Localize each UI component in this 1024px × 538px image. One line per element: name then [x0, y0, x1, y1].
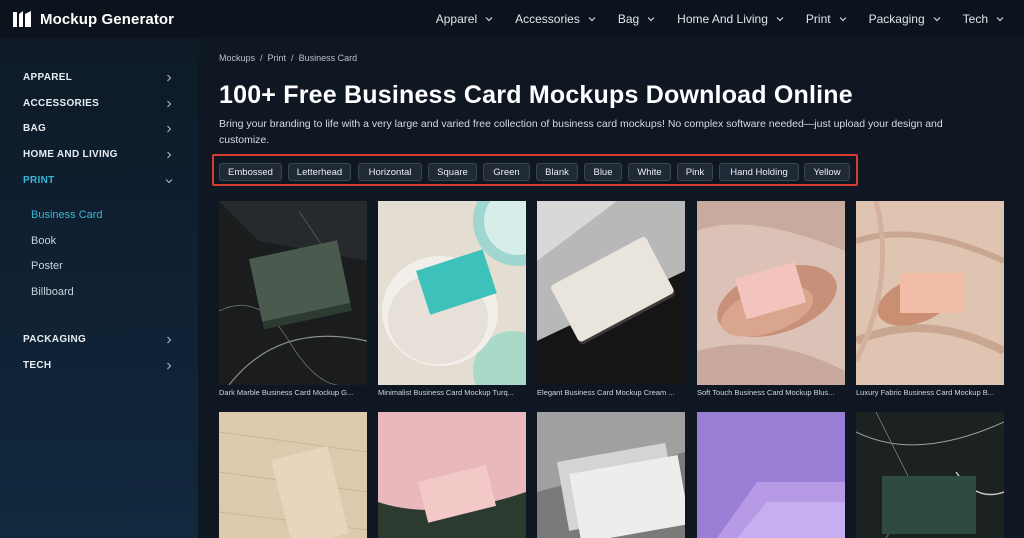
mockup-caption: Minimalist Business Card Mockup Turq...: [378, 388, 514, 397]
mockup-thumbnail: [537, 201, 685, 385]
mockup-card[interactable]: [378, 412, 526, 538]
sidebar-item-print[interactable]: PRINT: [23, 175, 173, 186]
mockup-thumbnail: [219, 412, 367, 538]
breadcrumb-separator: /: [260, 53, 263, 63]
mockup-thumbnail: [856, 412, 1004, 538]
sidebar-item-accessories[interactable]: ACCESSORIES: [23, 98, 173, 109]
breadcrumb-separator: /: [291, 53, 294, 63]
nav-print[interactable]: Print: [806, 12, 847, 26]
mockup-thumbnail: [697, 201, 845, 385]
chevron-right-icon: [167, 100, 172, 107]
sidebar-item-packaging[interactable]: PACKAGING: [23, 334, 173, 345]
tag-letterhead[interactable]: Letterhead: [288, 163, 351, 181]
mockup-card[interactable]: Elegant Business Card Mockup Cream ...: [537, 201, 685, 401]
mockup-thumbnail: [856, 201, 1004, 385]
tag-pink[interactable]: Pink: [677, 163, 713, 181]
tag-blue[interactable]: Blue: [584, 163, 622, 181]
sidebar-item-home-and-living[interactable]: HOME AND LIVING: [23, 149, 173, 160]
top-bar: Mockup Generator Apparel Accessories Bag…: [0, 0, 1024, 38]
sidebar-item-label: ACCESSORIES: [23, 98, 100, 109]
tag-square[interactable]: Square: [428, 163, 477, 181]
sidebar-item-label: TECH: [23, 360, 52, 371]
top-nav: Apparel Accessories Bag Home And Living …: [414, 0, 1004, 38]
nav-label: Tech: [962, 12, 988, 26]
sidebar-subitem-billboard[interactable]: Billboard: [31, 286, 74, 298]
tag-embossed[interactable]: Embossed: [219, 163, 282, 181]
nav-apparel[interactable]: Apparel: [436, 12, 493, 26]
sidebar-item-tech[interactable]: TECH: [23, 360, 173, 371]
sidebar-item-bag[interactable]: BAG: [23, 123, 173, 134]
breadcrumb-mockups[interactable]: Mockups: [219, 53, 255, 63]
breadcrumb-print[interactable]: Print: [268, 53, 287, 63]
chevron-down-icon: [485, 17, 493, 22]
mockup-thumbnail: [537, 412, 685, 538]
mockup-caption: Soft Touch Business Card Mockup Blus...: [697, 388, 835, 397]
mockup-card[interactable]: [537, 412, 685, 538]
nav-label: Accessories: [515, 12, 580, 26]
mockup-caption: Dark Marble Business Card Mockup G...: [219, 388, 354, 397]
mockup-card[interactable]: Minimalist Business Card Mockup Turq...: [378, 201, 526, 401]
mockup-thumbnail: [219, 201, 367, 385]
tag-horizontal[interactable]: Horizontal: [358, 163, 422, 181]
logo[interactable]: Mockup Generator: [12, 10, 174, 28]
sidebar-item-label: HOME AND LIVING: [23, 149, 118, 160]
mockup-card[interactable]: [856, 412, 1004, 538]
mockup-thumbnail: [697, 412, 845, 538]
sidebar-subitem-business-card[interactable]: Business Card: [31, 209, 103, 221]
tag-green[interactable]: Green: [483, 163, 530, 181]
nav-home-and-living[interactable]: Home And Living: [677, 12, 784, 26]
sidebar-item-apparel[interactable]: APPAREL: [23, 72, 173, 83]
mockup-thumbnail: [378, 412, 526, 538]
chevron-down-icon: [839, 17, 847, 22]
nav-bag[interactable]: Bag: [618, 12, 655, 26]
sidebar-item-label: BAG: [23, 123, 47, 134]
mockup-card[interactable]: [697, 412, 845, 538]
chevron-right-icon: [167, 151, 172, 158]
nav-label: Bag: [617, 12, 640, 26]
page-description: Bring your branding to life with a very …: [219, 118, 943, 146]
tag-white[interactable]: White: [628, 163, 671, 181]
page-title: 100+ Free Business Card Mockups Download…: [219, 81, 853, 109]
nav-tech[interactable]: Tech: [963, 12, 1004, 26]
nav-label: Print: [805, 12, 831, 26]
mockup-card[interactable]: Luxury Fabric Business Card Mockup B...: [856, 201, 1004, 401]
breadcrumb: Mockups / Print / Business Card: [219, 53, 362, 63]
tag-filter-bar: Embossed Letterhead Horizontal Square Gr…: [212, 154, 858, 186]
nav-accessories[interactable]: Accessories: [515, 12, 596, 26]
sidebar-item-label: PRINT: [23, 175, 55, 186]
sidebar-item-label: PACKAGING: [23, 334, 87, 345]
main-content: Mockups / Print / Business Card 100+ Fre…: [198, 38, 1024, 538]
mockup-caption: Elegant Business Card Mockup Cream ...: [537, 388, 675, 397]
nav-packaging[interactable]: Packaging: [869, 12, 941, 26]
chevron-down-icon: [647, 17, 655, 22]
app-name: Mockup Generator: [40, 10, 175, 28]
chevron-down-icon: [588, 17, 596, 22]
logo-icon: [13, 11, 31, 27]
sidebar-item-label: APPAREL: [23, 72, 73, 83]
chevron-down-icon: [165, 178, 173, 183]
mockup-card[interactable]: [219, 412, 367, 538]
tag-blank[interactable]: Blank: [536, 163, 578, 181]
chevron-down-icon: [933, 17, 941, 22]
chevron-right-icon: [167, 125, 172, 132]
mockup-thumbnail: [378, 201, 526, 385]
breadcrumb-current: Business Card: [298, 53, 358, 63]
sidebar-subitem-poster[interactable]: Poster: [31, 260, 63, 272]
sidebar-subitem-book[interactable]: Book: [31, 235, 56, 247]
mockup-card[interactable]: Dark Marble Business Card Mockup G...: [219, 201, 367, 401]
tag-hand-holding[interactable]: Hand Holding: [719, 163, 799, 181]
chevron-down-icon: [776, 17, 784, 22]
nav-label: Home And Living: [677, 12, 768, 26]
nav-label: Packaging: [868, 12, 925, 26]
chevron-right-icon: [167, 362, 172, 369]
mockup-caption: Luxury Fabric Business Card Mockup B...: [856, 388, 994, 397]
chevron-down-icon: [996, 17, 1004, 22]
mockup-card[interactable]: Soft Touch Business Card Mockup Blus...: [697, 201, 845, 401]
tag-yellow[interactable]: Yellow: [804, 163, 850, 181]
sidebar: APPAREL ACCESSORIES BAG HOME AND LIVING …: [0, 38, 198, 538]
nav-label: Apparel: [435, 12, 478, 26]
chevron-right-icon: [167, 336, 172, 343]
chevron-right-icon: [167, 74, 172, 81]
